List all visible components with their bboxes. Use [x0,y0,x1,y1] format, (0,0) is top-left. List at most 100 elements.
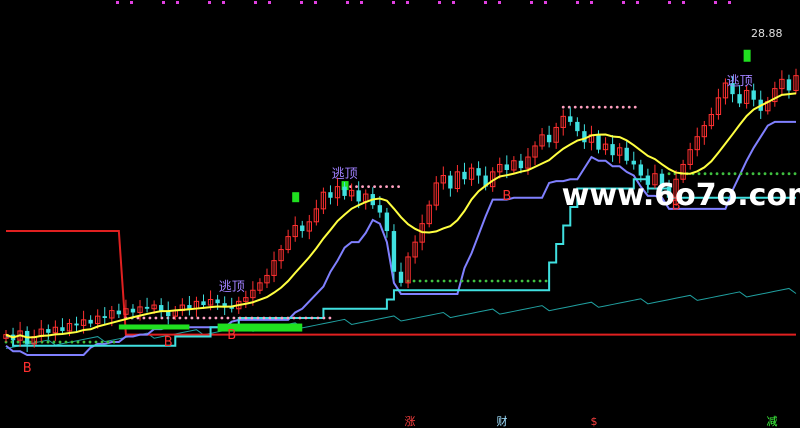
green-dot [667,172,671,176]
pink-dot [391,185,394,189]
candle-body-down [582,131,587,143]
candle-body-down [476,168,481,176]
candle-body-down [391,231,397,272]
green-dot [739,172,743,176]
pink-dot [256,316,260,320]
top-marker [576,1,579,4]
candle-body-down [751,90,756,100]
green-dot [454,279,458,283]
pink-dot [286,316,290,320]
green-dot [448,279,452,283]
top-marker [544,1,547,4]
top-marker [208,1,211,4]
pink-dot [148,316,152,320]
green-dot [781,172,785,176]
green-dot [460,279,464,283]
top-marker [130,1,133,4]
green-dot [52,340,56,344]
green-dot [502,279,506,283]
green-dot [745,172,749,176]
buy-signal-label: B [23,361,32,376]
green-dot [46,340,50,344]
pink-dot [268,316,272,320]
candle-body-down [518,160,524,169]
green-dot [514,279,518,283]
top-marker [162,1,165,4]
candle-body-down [328,192,333,198]
top-marker [392,1,395,4]
pink-dot [561,105,565,109]
pink-dot [597,105,601,109]
pink-dot [232,316,236,320]
green-dot [496,279,500,283]
bottom-label: 财 [497,414,508,428]
candle-body-down [356,190,361,202]
top-marker [222,1,225,4]
green-dot [763,172,767,176]
green-dot [769,172,773,176]
green-bar [743,49,751,62]
green-dot [484,279,488,283]
pink-dot [573,105,577,109]
candle-body-down [638,164,644,176]
green-dot [526,279,530,283]
pink-dot [310,316,314,320]
candle-body-down [462,171,467,180]
candle-body-down [786,79,792,91]
pink-dot [178,316,182,320]
pink-dot [142,316,146,320]
pink-dot [585,105,589,109]
pink-dot [214,316,218,320]
pink-dot [196,316,200,320]
pink-dot [316,316,320,320]
top-marker [452,1,455,4]
top-marker [484,1,487,4]
top-marker [438,1,441,4]
top-marker [728,1,731,4]
top-marker [300,1,303,4]
green-dot [88,340,92,344]
green-dot [94,340,98,344]
top-marker [622,1,625,4]
green-dot [472,279,476,283]
pink-dot [579,105,583,109]
top-marker [668,1,671,4]
pink-dot [220,316,224,320]
candle-body-down [342,186,347,196]
green-dot [424,279,428,283]
top-magenta-markers [116,1,731,4]
candle-body-down [144,306,150,309]
candle-body-down [377,205,383,213]
stock-candlestick-chart: BB BBB逃顶逃顶逃顶 www.6o7o.com 28.88 涨财 $ 减 [3,1,800,428]
green-dot [16,340,20,344]
green-dot [508,279,512,283]
green-dot [715,172,719,176]
green-dot [442,279,446,283]
pink-dot [208,316,212,320]
bottom-indicator-labels: 涨 财 $ 减 [405,414,778,428]
green-dot [775,172,779,176]
candle-body-down [116,310,122,315]
green-dot [70,340,74,344]
green-dot [757,172,761,176]
bottom-label: 减 [767,415,778,428]
candle-body-down [624,147,629,161]
top-marker [254,1,257,4]
top-marker [268,1,271,4]
candle-body-down [46,329,51,333]
candle-body-down [60,327,65,331]
top-marker [116,1,119,4]
candle-body-down [130,308,136,313]
green-dot [793,172,797,176]
top-marker [346,1,349,4]
candle-body-down [546,134,552,143]
candle-body-down [88,319,93,324]
pink-dot [603,105,607,109]
candle-body-down [631,160,636,165]
green-dot [538,279,542,283]
candle-body-down [384,212,390,232]
green-dot [703,172,707,176]
candle-body-down [215,299,220,304]
candle-body-down [568,116,573,122]
pink-dot [226,316,230,320]
